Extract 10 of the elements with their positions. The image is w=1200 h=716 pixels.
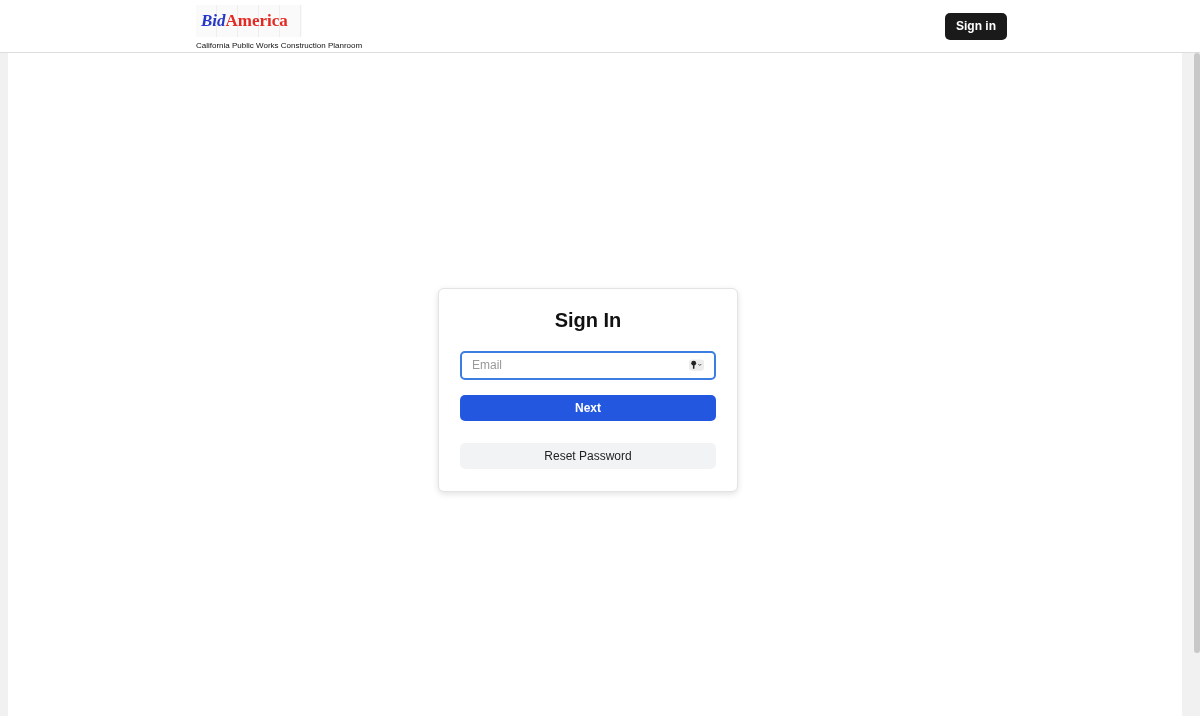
logo[interactable]: BidAmerica [196, 4, 302, 37]
scrollbar[interactable] [1182, 53, 1200, 716]
reset-password-button[interactable]: Reset Password [460, 442, 716, 469]
logo-text: Bid [201, 10, 226, 31]
tagline: California Public Works Construction Planroom [196, 40, 363, 50]
email-field[interactable]: Email [460, 350, 716, 380]
sign-in-button[interactable]: Sign in [945, 12, 1007, 40]
card-title: Sign In [553, 308, 623, 332]
logo-text: America [225, 10, 288, 31]
next-button[interactable]: Next [460, 394, 716, 421]
